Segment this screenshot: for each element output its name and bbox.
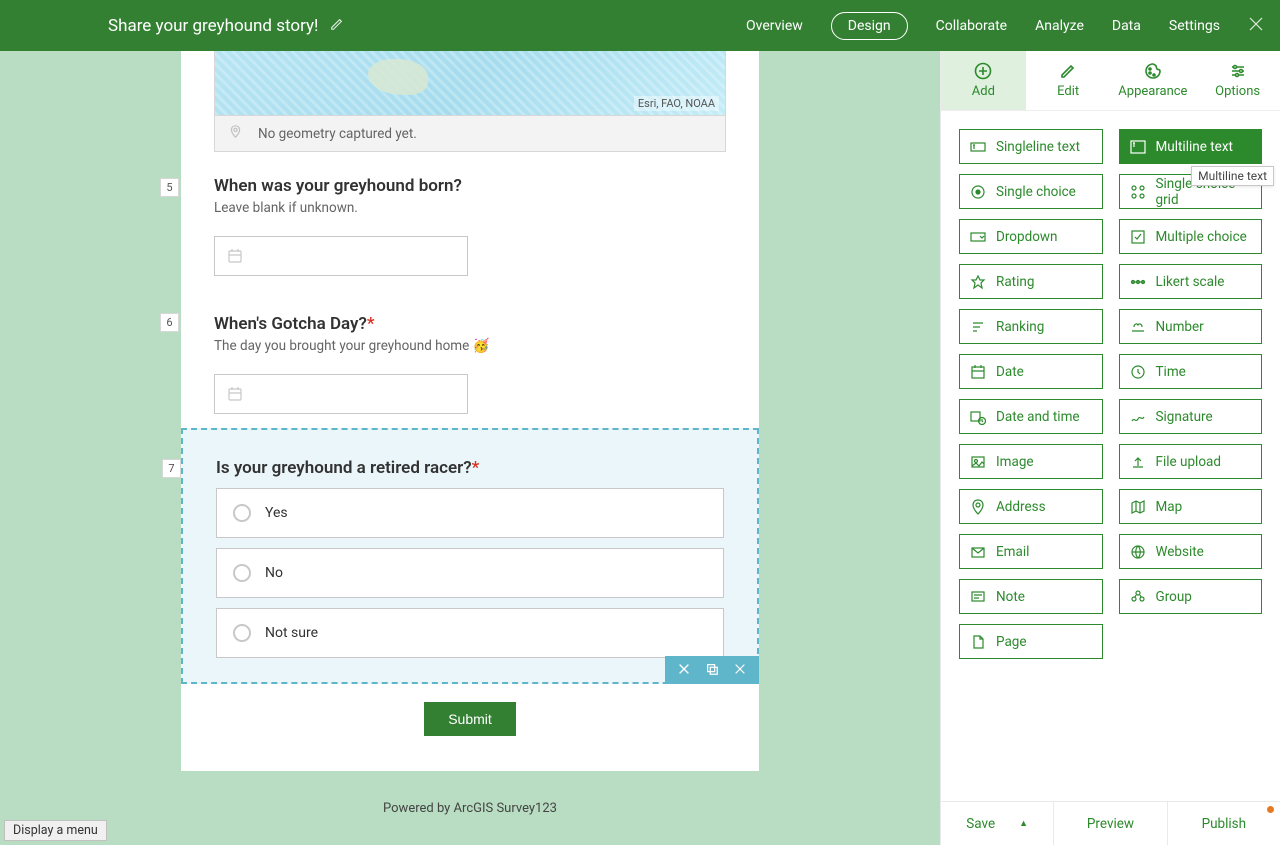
map-question[interactable]: Esri, FAO, NOAA No geometry captured yet…	[214, 51, 726, 152]
sliders-icon	[1229, 62, 1247, 80]
publish-button[interactable]: Publish	[1168, 802, 1280, 845]
question-title: Is your greyhound a retired racer?*	[216, 458, 724, 478]
nav-settings[interactable]: Settings	[1169, 18, 1220, 34]
choice-option[interactable]: No	[216, 548, 724, 598]
question-number: 7	[162, 459, 181, 478]
field-website[interactable]: Website	[1119, 534, 1263, 569]
unsaved-dot-icon	[1267, 806, 1274, 813]
map-credits: Esri, FAO, NOAA	[634, 96, 719, 111]
field-date[interactable]: Date	[959, 354, 1103, 389]
field-date-time[interactable]: Date and time	[959, 399, 1103, 434]
field-file-upload[interactable]: File upload	[1119, 444, 1263, 479]
nav-data[interactable]: Data	[1112, 18, 1141, 34]
survey-title: Share your greyhound story!	[108, 16, 318, 36]
form-canvas-area: Esri, FAO, NOAA No geometry captured yet…	[0, 51, 940, 845]
edit-title-icon[interactable]	[330, 16, 344, 35]
question-number: 5	[160, 178, 179, 197]
save-button[interactable]: Save▲	[941, 802, 1054, 845]
nav-design[interactable]: Design	[831, 12, 908, 40]
radio-icon	[233, 564, 251, 582]
tools-icon[interactable]	[1248, 16, 1264, 36]
merge-question-icon[interactable]	[733, 661, 747, 680]
panel-tab-options[interactable]: Options	[1195, 51, 1280, 110]
bottom-actions: Save▲ Preview Publish	[941, 801, 1280, 845]
nav-analyze[interactable]: Analyze	[1035, 18, 1084, 34]
date-input[interactable]	[214, 374, 468, 414]
field-ranking[interactable]: Ranking	[959, 309, 1103, 344]
field-time[interactable]: Time	[1119, 354, 1263, 389]
radio-icon	[233, 504, 251, 522]
panel-tab-appearance[interactable]: Appearance	[1111, 51, 1196, 110]
map-status-bar: No geometry captured yet.	[215, 115, 725, 151]
field-page[interactable]: Page	[959, 624, 1103, 659]
field-multiline-text[interactable]: Multiline text	[1119, 129, 1263, 164]
field-multiple-choice[interactable]: Multiple choice	[1119, 219, 1263, 254]
field-types-grid: Singleline text Multiline text Single ch…	[941, 111, 1280, 677]
choice-option[interactable]: Yes	[216, 488, 724, 538]
field-single-choice[interactable]: Single choice	[959, 174, 1103, 209]
add-icon	[974, 62, 992, 80]
duplicate-question-icon[interactable]	[705, 661, 719, 680]
question-6[interactable]: 6 When's Gotcha Day?* The day you brough…	[181, 290, 759, 428]
field-email[interactable]: Email	[959, 534, 1103, 569]
field-likert-scale[interactable]: Likert scale	[1119, 264, 1263, 299]
field-singleline-text[interactable]: Singleline text	[959, 129, 1103, 164]
field-address[interactable]: Address	[959, 489, 1103, 524]
top-bar: Share your greyhound story! Overview Des…	[0, 0, 1280, 51]
question-title: When's Gotcha Day?*	[214, 314, 726, 334]
radio-icon	[233, 624, 251, 642]
question-title: When was your greyhound born?	[214, 176, 726, 196]
required-marker: *	[472, 458, 480, 478]
tooltip: Multiline text	[1191, 166, 1274, 186]
submit-button[interactable]: Submit	[424, 702, 516, 736]
field-number[interactable]: Number	[1119, 309, 1263, 344]
date-input[interactable]	[214, 236, 468, 276]
preview-button[interactable]: Preview	[1054, 802, 1167, 845]
question-number: 6	[160, 313, 179, 332]
delete-question-icon[interactable]	[677, 661, 691, 680]
panel-tab-add[interactable]: Add	[941, 51, 1026, 110]
map-preview: Esri, FAO, NOAA	[215, 51, 725, 115]
edit-icon	[1059, 62, 1077, 80]
field-image[interactable]: Image	[959, 444, 1103, 479]
field-dropdown[interactable]: Dropdown	[959, 219, 1103, 254]
field-rating[interactable]: Rating	[959, 264, 1103, 299]
field-note[interactable]: Note	[959, 579, 1103, 614]
palette-icon	[1144, 62, 1162, 80]
right-panel: Add Edit Appearance Options Singleline t…	[940, 51, 1280, 845]
top-nav: Overview Design Collaborate Analyze Data…	[746, 12, 1260, 40]
form-canvas: Esri, FAO, NOAA No geometry captured yet…	[181, 51, 759, 771]
field-group[interactable]: Group	[1119, 579, 1263, 614]
powered-by: Powered by ArcGIS Survey123	[0, 801, 940, 816]
map-status-text: No geometry captured yet.	[258, 126, 417, 142]
display-menu-hint: Display a menu	[4, 820, 107, 841]
required-marker: *	[367, 314, 375, 334]
submit-wrap: Submit	[181, 702, 759, 736]
field-signature[interactable]: Signature	[1119, 399, 1263, 434]
pin-icon	[229, 125, 242, 142]
question-7-selected[interactable]: 7 Is your greyhound a retired racer?* Ye…	[181, 428, 759, 684]
question-actions	[665, 656, 759, 684]
question-hint: Leave blank if unknown.	[214, 200, 726, 216]
choice-option[interactable]: Not sure	[216, 608, 724, 658]
panel-tabs: Add Edit Appearance Options	[941, 51, 1280, 111]
nav-overview[interactable]: Overview	[746, 18, 803, 34]
question-hint: The day you brought your greyhound home …	[214, 338, 726, 354]
panel-tab-edit[interactable]: Edit	[1026, 51, 1111, 110]
caret-up-icon: ▲	[1019, 818, 1028, 829]
nav-collaborate[interactable]: Collaborate	[936, 18, 1007, 34]
field-map[interactable]: Map	[1119, 489, 1263, 524]
question-5[interactable]: 5 When was your greyhound born? Leave bl…	[181, 152, 759, 290]
